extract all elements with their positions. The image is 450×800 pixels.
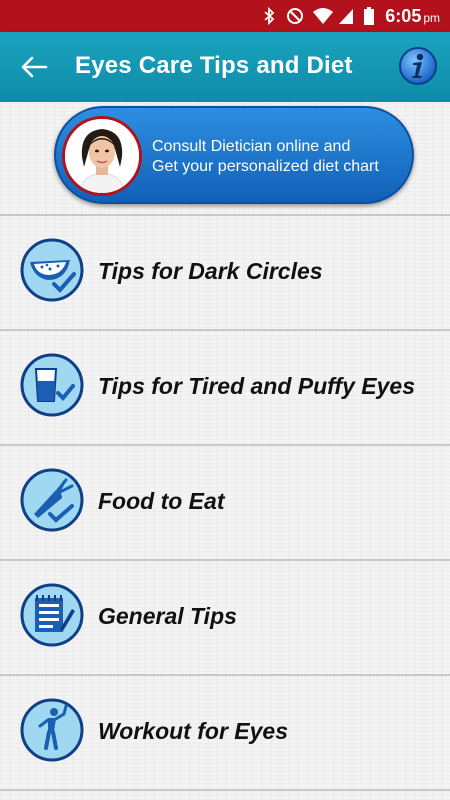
list-item-workout-for-eyes[interactable]: Workout for Eyes [0, 674, 450, 786]
page-title: Eyes Care Tips and Diet [75, 52, 353, 79]
glass-icon [20, 353, 84, 417]
dietician-avatar [62, 116, 142, 196]
list-item-label: Tips for Dark Circles [98, 258, 323, 284]
status-bar: 6:05 pm [0, 0, 450, 32]
list-item-food-to-eat[interactable]: Food to Eat [0, 444, 450, 556]
list-item-tired-puffy-eyes[interactable]: Tips for Tired and Puffy Eyes [0, 329, 450, 441]
list-item-general-tips[interactable]: General Tips [0, 559, 450, 671]
battery-icon [364, 7, 374, 25]
status-time: 6:05 pm [385, 6, 440, 27]
do-not-disturb-icon [287, 8, 303, 24]
wifi-icon [313, 8, 333, 24]
dietician-photo [65, 119, 139, 193]
carrot-icon [20, 468, 84, 532]
exercise-icon [20, 698, 84, 762]
app-bar: Eyes Care Tips and Diet [0, 32, 450, 102]
notepad-icon [20, 583, 84, 647]
list-item-label: Tips for Tired and Puffy Eyes [98, 373, 415, 399]
status-time-ampm: pm [423, 11, 440, 25]
consult-line-1: Consult Dietician online and [152, 138, 351, 155]
list-item-dark-circles[interactable]: Tips for Dark Circles [0, 214, 450, 326]
consult-dietician-banner[interactable]: Consult Dietician online and Get your pe… [54, 106, 414, 204]
content-area: Consult Dietician online and Get your pe… [0, 102, 450, 800]
info-icon[interactable] [398, 46, 438, 86]
back-arrow-icon[interactable] [18, 52, 50, 82]
list-item-label: General Tips [98, 603, 237, 629]
signal-icon [339, 9, 353, 24]
list-item-label: Workout for Eyes [98, 718, 288, 744]
list-item-label: Food to Eat [98, 488, 225, 514]
consult-line-2: Get your personalized diet chart [152, 158, 379, 175]
watermelon-icon [20, 238, 84, 302]
bluetooth-icon [264, 7, 275, 25]
list-divider [0, 789, 450, 791]
status-time-value: 6:05 [385, 6, 422, 26]
